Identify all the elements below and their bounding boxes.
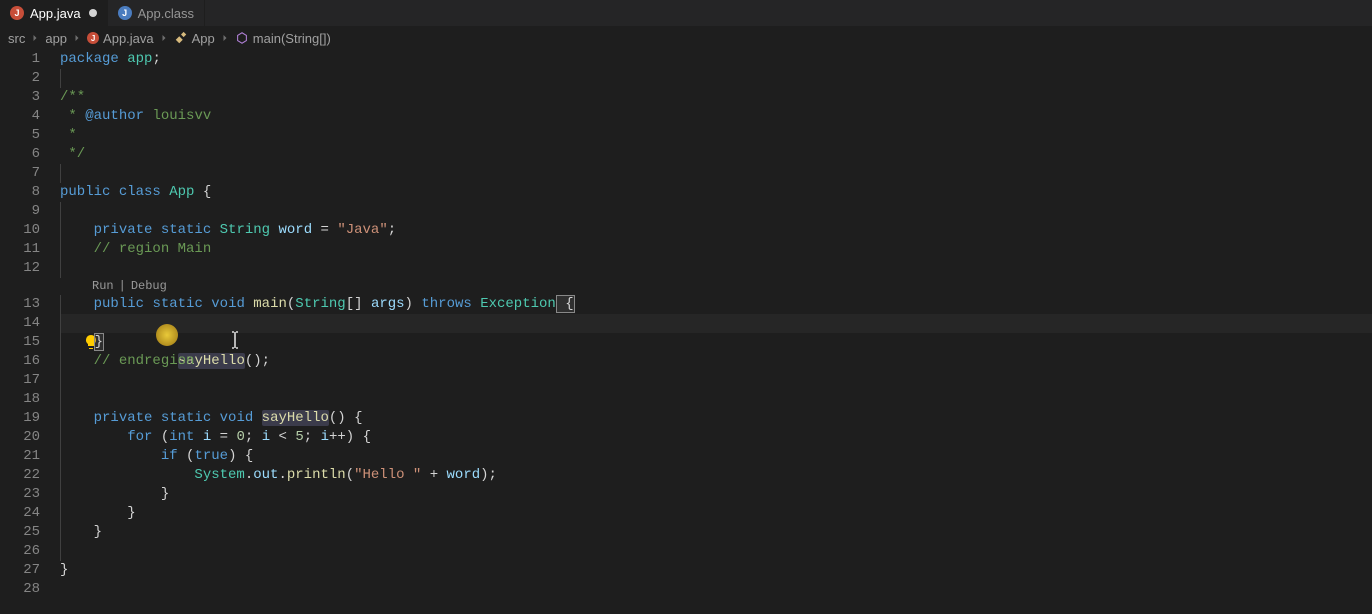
crumb-src[interactable]: src	[8, 31, 25, 46]
code-line[interactable]	[60, 390, 1372, 409]
code-line[interactable]	[60, 259, 1372, 278]
code-line[interactable]	[60, 371, 1372, 390]
code-line[interactable]: * @author louisvv	[60, 107, 1372, 126]
class-symbol-icon	[174, 31, 188, 45]
chevron-right-icon	[219, 32, 231, 44]
codelens-run[interactable]: Run	[92, 277, 114, 296]
crumb-app[interactable]: app	[45, 31, 67, 46]
breadcrumb: src app J App.java App main(String[])	[0, 26, 1372, 50]
tab-label: App.java	[30, 6, 81, 21]
code-line[interactable]: if (true) {	[60, 447, 1372, 466]
java-file-icon: J	[10, 6, 24, 20]
java-file-icon: J	[87, 32, 99, 44]
dirty-indicator-icon	[89, 9, 97, 17]
lightbulb-icon[interactable]	[16, 315, 32, 331]
code-line[interactable]: private static void sayHello() {	[60, 409, 1372, 428]
code-line[interactable]: *	[60, 126, 1372, 145]
chevron-right-icon	[158, 32, 170, 44]
code-line[interactable]	[60, 202, 1372, 221]
crumb-class[interactable]: App	[174, 31, 215, 46]
tab-app-java[interactable]: J App.java	[0, 0, 108, 26]
code-line[interactable]: public class App {	[60, 183, 1372, 202]
code-line[interactable]	[60, 69, 1372, 88]
code-line[interactable]: // endregion	[60, 352, 1372, 371]
code-line[interactable]: }	[60, 333, 1372, 352]
code-line-active[interactable]: sayHello();	[60, 314, 1372, 333]
code-line[interactable]: /**	[60, 88, 1372, 107]
code-line[interactable]	[60, 542, 1372, 561]
crumb-file[interactable]: J App.java	[87, 31, 154, 46]
codelens-debug[interactable]: Debug	[131, 277, 167, 296]
class-file-icon: J	[118, 6, 132, 20]
code-line[interactable]: }	[60, 561, 1372, 580]
code-line[interactable]: package app;	[60, 50, 1372, 69]
code-line[interactable]: System.out.println("Hello " + word);	[60, 466, 1372, 485]
code-line[interactable]: // region Main	[60, 240, 1372, 259]
chevron-right-icon	[71, 32, 83, 44]
code-line[interactable]: }	[60, 485, 1372, 504]
crumb-method[interactable]: main(String[])	[235, 31, 331, 46]
code-line[interactable]: }	[60, 504, 1372, 523]
code-line[interactable]: private static String word = "Java";	[60, 221, 1372, 240]
tab-app-class[interactable]: J App.class	[108, 0, 205, 26]
code-line[interactable]: */	[60, 145, 1372, 164]
code-line[interactable]: for (int i = 0; i < 5; i++) {	[60, 428, 1372, 447]
tab-bar: J App.java J App.class	[0, 0, 1372, 26]
code-line[interactable]	[60, 164, 1372, 183]
code-editor[interactable]: 1 2 3 4 5 6 7 8 9 10 11 12 13 14 15 16 1…	[0, 50, 1372, 599]
chevron-right-icon	[29, 32, 41, 44]
tab-label: App.class	[138, 6, 194, 21]
code-content[interactable]: package app; /** * @author louisvv * */ …	[60, 50, 1372, 599]
text-cursor-icon	[163, 312, 171, 326]
codelens: Run | Debug	[60, 278, 1372, 295]
method-symbol-icon	[235, 31, 249, 45]
code-line[interactable]	[60, 580, 1372, 599]
code-line[interactable]: public static void main(String[] args) t…	[60, 295, 1372, 314]
code-line[interactable]: }	[60, 523, 1372, 542]
